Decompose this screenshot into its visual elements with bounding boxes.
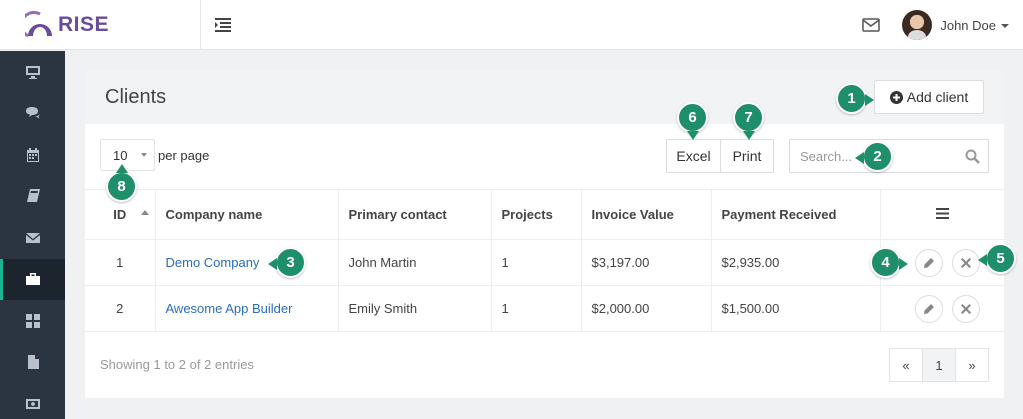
search-icon[interactable] [965, 149, 980, 164]
column-header-actions[interactable] [880, 189, 1004, 240]
pagination: « 1 » [889, 348, 989, 382]
user-name[interactable]: John Doe [940, 18, 996, 33]
cell-invoice: $3,197.00 [581, 239, 712, 286]
sidebar-item-email[interactable] [0, 217, 65, 259]
calendar-icon [26, 147, 39, 162]
menu-icon[interactable] [935, 208, 949, 219]
grid-icon [25, 313, 40, 328]
add-client-label: Add client [906, 89, 969, 105]
annotation-badge-1: 1 [836, 83, 874, 114]
cell-company: Awesome App Builder [155, 285, 339, 332]
excel-button[interactable]: Excel [666, 139, 721, 173]
top-navbar: RISE John Doe [0, 0, 1023, 50]
sidebar-item-notes[interactable] [0, 176, 65, 218]
pencil-icon [923, 303, 934, 314]
sidebar-item-projects[interactable] [0, 300, 65, 342]
sidebar [0, 51, 65, 419]
column-header-contact[interactable]: Primary contact [338, 189, 492, 240]
sidebar-item-clients[interactable] [0, 258, 65, 300]
table-header-row: ID Company name Primary contact Projects… [85, 189, 1004, 240]
edit-button[interactable] [914, 294, 943, 323]
sidebar-item-events[interactable] [0, 134, 65, 176]
cell-payment: $2,935.00 [711, 239, 881, 286]
close-icon [960, 257, 971, 268]
cell-payment: $1,500.00 [711, 285, 881, 332]
avatar[interactable] [902, 10, 933, 40]
delete-button[interactable] [951, 248, 980, 277]
pagination-page[interactable]: 1 [922, 348, 956, 382]
annotation-badge-2: 2 [855, 141, 893, 172]
column-header-invoice[interactable]: Invoice Value [581, 189, 712, 240]
table-row: 1 Demo Company John Martin 1 $3,197.00 $… [85, 239, 1004, 286]
column-label: ID [113, 207, 127, 222]
table-row: 2 Awesome App Builder Emily Smith 1 $2,0… [85, 285, 1004, 332]
cell-projects: 1 [491, 285, 582, 332]
clients-panel: Clients Add client 10 per page Excel Pri… [85, 70, 1004, 398]
page-title: Clients [105, 85, 167, 108]
cell-company: Demo Company [155, 239, 339, 286]
per-page-label: per page [158, 148, 210, 163]
pagination-prev[interactable]: « [889, 348, 923, 382]
annotation-badge-6: 6 [677, 102, 708, 140]
clients-table: ID Company name Primary contact Projects… [85, 189, 1004, 332]
pagination-next[interactable]: » [955, 348, 989, 382]
brand-name: RISE [58, 13, 110, 36]
cell-contact: John Martin [338, 239, 492, 286]
sidebar-item-dashboard[interactable] [0, 51, 65, 93]
cell-actions [880, 285, 1004, 332]
book-icon [26, 189, 40, 203]
caret-down-icon[interactable] [1001, 24, 1009, 28]
cell-contact: Emily Smith [338, 285, 492, 332]
envelope-icon [25, 232, 40, 243]
document-icon [27, 355, 39, 370]
sidebar-item-messages[interactable] [0, 93, 65, 135]
logo[interactable]: RISE [0, 0, 201, 50]
company-link[interactable]: Demo Company [166, 255, 260, 270]
print-button[interactable]: Print [720, 139, 774, 173]
annotation-badge-3: 3 [268, 247, 306, 278]
close-icon [960, 303, 971, 314]
delete-button[interactable] [951, 294, 980, 323]
cell-id: 2 [85, 285, 156, 332]
column-header-projects[interactable]: Projects [491, 189, 582, 240]
monitor-icon [25, 65, 40, 79]
annotation-badge-7: 7 [733, 102, 764, 140]
money-icon [25, 398, 40, 409]
edit-button[interactable] [914, 248, 943, 277]
table-info: Showing 1 to 2 of 2 entries [100, 357, 254, 372]
company-link[interactable]: Awesome App Builder [166, 301, 293, 316]
column-header-payment[interactable]: Payment Received [711, 189, 881, 240]
pencil-icon [923, 257, 934, 268]
add-client-button[interactable]: Add client [874, 80, 984, 114]
sort-asc-icon [140, 210, 149, 215]
annotation-badge-4: 4 [870, 247, 908, 278]
briefcase-icon [25, 273, 40, 286]
column-header-company[interactable]: Company name [155, 189, 339, 240]
select-caret-icon [141, 153, 147, 157]
annotation-badge-8: 8 [106, 164, 137, 202]
cell-projects: 1 [491, 239, 582, 286]
cell-id: 1 [85, 239, 156, 286]
chat-icon [25, 107, 40, 119]
mail-icon[interactable] [862, 18, 881, 32]
per-page-value: 10 [113, 147, 128, 163]
sidebar-item-invoices[interactable] [0, 342, 65, 384]
sidebar-item-payments[interactable] [0, 383, 65, 419]
rise-logo-icon [25, 10, 52, 38]
annotation-badge-5: 5 [978, 243, 1016, 274]
menu-toggle-icon[interactable] [215, 18, 231, 32]
plus-circle-icon [889, 90, 903, 104]
cell-invoice: $2,000.00 [581, 285, 712, 332]
